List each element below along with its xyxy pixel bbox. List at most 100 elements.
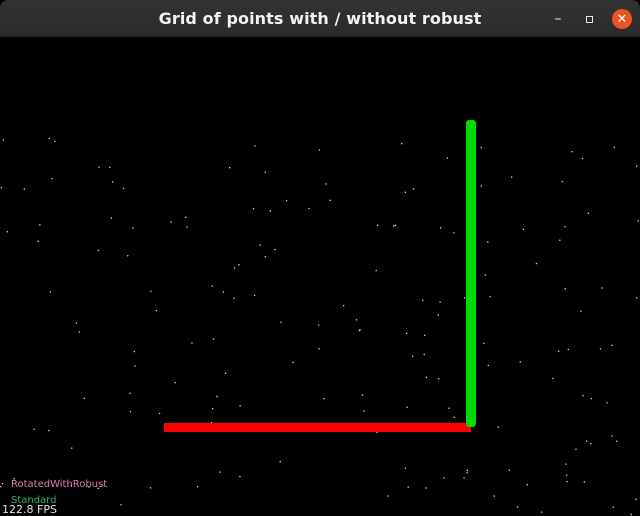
point (212, 407, 214, 410)
point (216, 395, 218, 398)
point (583, 481, 585, 483)
point (129, 392, 131, 395)
point (279, 461, 281, 463)
point (636, 165, 638, 167)
point (211, 285, 213, 287)
point (487, 364, 489, 367)
scene-canvas (0, 120, 639, 516)
point (186, 226, 188, 228)
point (393, 225, 395, 227)
point (170, 221, 172, 223)
point (424, 334, 426, 336)
point (564, 288, 566, 290)
point-cloud (0, 137, 639, 516)
point (552, 377, 554, 379)
point (561, 180, 563, 183)
point (122, 187, 125, 189)
point (438, 378, 440, 380)
point (412, 188, 415, 190)
point (150, 290, 152, 292)
point (323, 398, 325, 400)
point (540, 511, 543, 513)
point (463, 477, 465, 479)
render-viewport[interactable]: RotatedWithRobust Standard 122.8 FPS (0, 37, 640, 516)
minimize-button[interactable]: – (548, 9, 568, 29)
point (112, 181, 114, 183)
point (318, 324, 320, 326)
point (480, 185, 482, 187)
point (233, 297, 235, 299)
point (407, 486, 409, 488)
point (363, 410, 365, 412)
point (508, 469, 510, 471)
legend-item-rotated-with-robust: RotatedWithRobust (11, 479, 108, 490)
point (519, 361, 521, 363)
window-titlebar[interactable]: Grid of points with / without robust – ✕ (0, 0, 640, 37)
point (39, 224, 41, 226)
point (511, 176, 513, 178)
point (489, 296, 491, 298)
point (599, 348, 602, 350)
point (155, 310, 157, 312)
point (318, 149, 321, 151)
point (239, 475, 241, 478)
point (285, 200, 288, 202)
point (359, 329, 361, 331)
point (401, 143, 403, 145)
point (483, 342, 485, 344)
point (443, 477, 445, 479)
point (387, 495, 389, 497)
point (254, 294, 256, 297)
point (252, 208, 255, 210)
point (233, 267, 236, 269)
point (355, 319, 358, 321)
point (361, 394, 364, 396)
point (559, 239, 561, 241)
point (185, 216, 187, 219)
point (587, 212, 589, 214)
point (630, 513, 632, 516)
point (54, 140, 56, 142)
point (264, 171, 266, 173)
close-button[interactable]: ✕ (612, 9, 632, 29)
point (394, 224, 397, 226)
point (49, 291, 51, 293)
point (466, 469, 468, 471)
point (582, 395, 584, 397)
point (269, 210, 271, 212)
point (0, 486, 2, 488)
point (446, 157, 448, 159)
point (406, 332, 408, 334)
point (1, 483, 4, 485)
point (437, 314, 439, 316)
point (535, 262, 538, 265)
point (493, 495, 495, 497)
point (567, 348, 569, 351)
point (586, 440, 588, 442)
point (238, 264, 240, 266)
point (219, 471, 221, 473)
point (259, 244, 261, 246)
point (132, 227, 134, 229)
point (558, 350, 560, 352)
point (565, 463, 567, 465)
point (484, 274, 486, 276)
x-axis (164, 423, 471, 432)
point (606, 402, 608, 404)
point (222, 291, 224, 293)
point (601, 287, 603, 289)
point (611, 344, 613, 346)
point (613, 146, 615, 148)
maximize-button[interactable] (579, 9, 599, 29)
point (6, 231, 8, 233)
point (196, 486, 199, 488)
point (616, 440, 618, 442)
point (48, 429, 50, 432)
close-icon: ✕ (616, 11, 628, 27)
point (254, 145, 256, 147)
point (191, 342, 193, 344)
point (466, 472, 468, 474)
point (110, 217, 112, 219)
point (571, 151, 573, 153)
point (83, 397, 85, 399)
